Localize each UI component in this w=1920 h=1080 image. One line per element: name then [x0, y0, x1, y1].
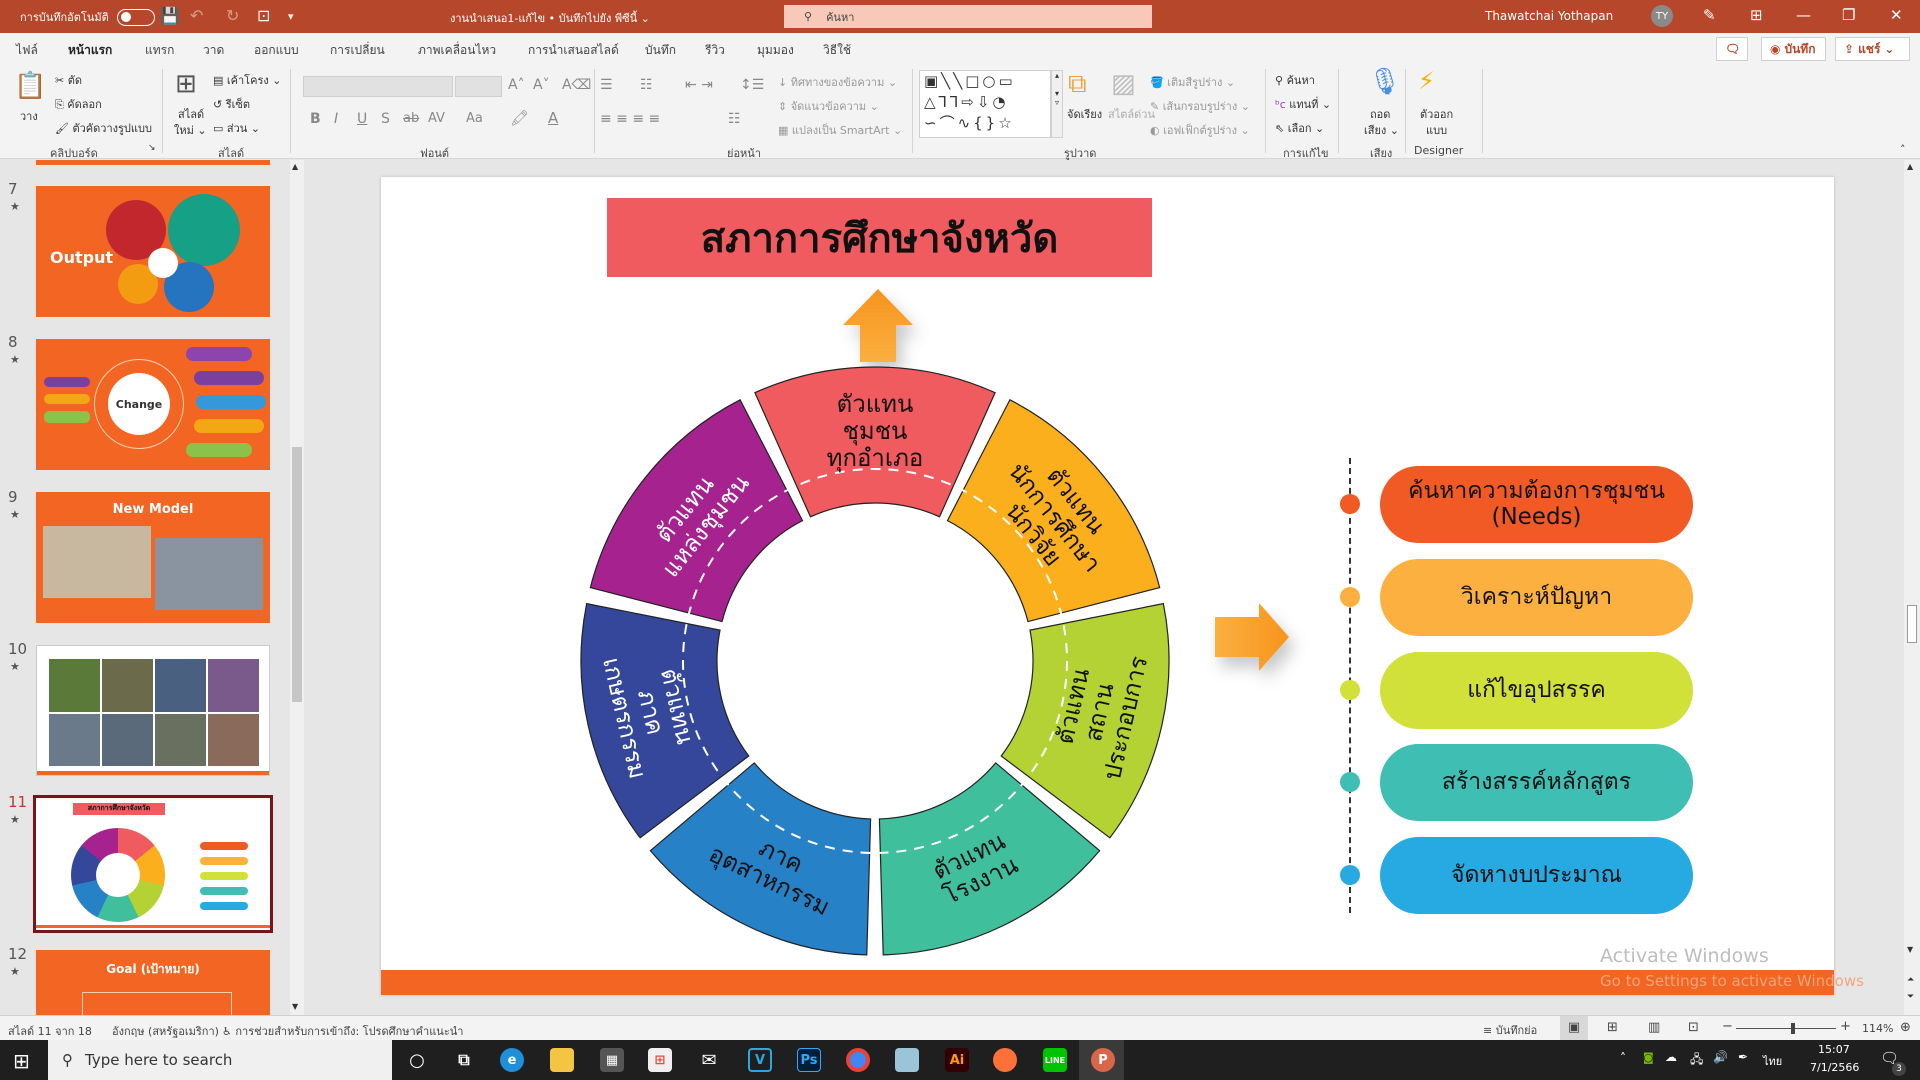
photoshop-icon[interactable]: Ps: [797, 1048, 821, 1072]
taskbar-search-placeholder: Type here to search: [85, 1051, 233, 1069]
timeline-dot: [1340, 772, 1360, 792]
reading-view-icon[interactable]: ▥: [1648, 1020, 1660, 1035]
network-icon[interactable]: 🖧: [1690, 1050, 1703, 1071]
notepad-icon[interactable]: [895, 1048, 919, 1072]
fit-to-window-icon[interactable]: ⊕: [1900, 1020, 1911, 1035]
zoom-level[interactable]: 114%: [1862, 1022, 1893, 1035]
notes-icon: ≡: [1483, 1024, 1496, 1037]
zoom-in-icon[interactable]: +: [1840, 1019, 1851, 1034]
search-icon: ⚲: [62, 1051, 73, 1069]
cortana-icon[interactable]: ○: [405, 1048, 429, 1072]
show-hidden-icons[interactable]: ˄: [1620, 1051, 1626, 1065]
right-arrow-icon: [1215, 603, 1289, 671]
pen-workspace-icon[interactable]: ✒: [1738, 1050, 1748, 1064]
activation-watermark-subtitle: Go to Settings to activate Windows: [1600, 972, 1864, 990]
timeline-dot: [1340, 587, 1360, 607]
slideshow-view-icon[interactable]: ⊡: [1688, 1020, 1699, 1035]
taskbar: ⊞ ⚲ Type here to search ○ ⧉ e ▦ ⊞ ✉ V Ps…: [0, 1040, 1920, 1080]
illustrator-icon[interactable]: Ai: [945, 1048, 969, 1072]
onedrive-icon[interactable]: ☁: [1665, 1050, 1677, 1064]
input-language[interactable]: ไทย: [1763, 1052, 1782, 1070]
taskbar-search[interactable]: ⚲ Type here to search: [48, 1040, 392, 1080]
clock-date[interactable]: 7/1/2566: [1810, 1061, 1859, 1074]
zoom-slider[interactable]: [1736, 1023, 1836, 1034]
edge-icon[interactable]: e: [500, 1048, 524, 1072]
calculator-icon[interactable]: ▦: [600, 1048, 624, 1072]
task-view-icon[interactable]: ⧉: [452, 1048, 476, 1072]
store-icon[interactable]: ⊞: [648, 1048, 672, 1072]
notes-button[interactable]: ≡ บันทึกย่อ: [1483, 1021, 1537, 1039]
nvidia-icon[interactable]: ◙: [1643, 1051, 1654, 1064]
step-pill[interactable]: วิเคราะห์ปัญหา: [1380, 559, 1693, 636]
step-pill[interactable]: จัดหางบประมาณ: [1380, 837, 1693, 914]
accessibility-icon: ♿: [222, 1025, 236, 1038]
notification-count: 3: [1892, 1062, 1906, 1076]
line-icon[interactable]: LINE: [1043, 1048, 1067, 1072]
mail-icon[interactable]: ✉: [697, 1048, 721, 1072]
activation-watermark-title: Activate Windows: [1600, 945, 1769, 967]
step-pill[interactable]: สร้างสรรค์หลักสูตร: [1380, 744, 1693, 821]
normal-view-icon[interactable]: ▣: [1560, 1016, 1588, 1040]
timeline-dot: [1340, 494, 1360, 514]
step-pill[interactable]: แก้ไขอุปสรรค: [1380, 652, 1693, 729]
timeline-dot: [1340, 865, 1360, 885]
language-indicator[interactable]: อังกฤษ (สหรัฐอเมริกา): [112, 1022, 219, 1040]
windows-start-icon[interactable]: ⊞: [13, 1049, 30, 1073]
up-arrow-icon: [843, 289, 913, 362]
file-explorer-icon[interactable]: [550, 1048, 574, 1072]
zoom-slider-thumb[interactable]: [1791, 1023, 1795, 1034]
slide-sorter-icon[interactable]: ⊞: [1607, 1020, 1618, 1035]
active-app-highlight: [1079, 1040, 1124, 1080]
step-pill[interactable]: ค้นหาความต้องการชุมชน (Needs): [1380, 466, 1693, 543]
firefox-icon[interactable]: [993, 1048, 1017, 1072]
chrome-icon[interactable]: [846, 1048, 870, 1072]
status-bar: สไลด์ 11 จาก 18 อังกฤษ (สหรัฐอเมริกา) ♿ …: [0, 1015, 1920, 1040]
slide-counter: สไลด์ 11 จาก 18: [8, 1025, 92, 1038]
timeline-dot: [1340, 680, 1360, 700]
accessibility-status[interactable]: ♿ การช่วยสำหรับการเข้าถึง: โปรดศึกษาคำแน…: [222, 1022, 463, 1040]
vegas-icon[interactable]: V: [748, 1048, 772, 1072]
volume-icon[interactable]: 🔊: [1713, 1050, 1728, 1064]
zoom-out-icon[interactable]: −: [1722, 1019, 1733, 1034]
clock-time[interactable]: 15:07: [1818, 1043, 1850, 1056]
